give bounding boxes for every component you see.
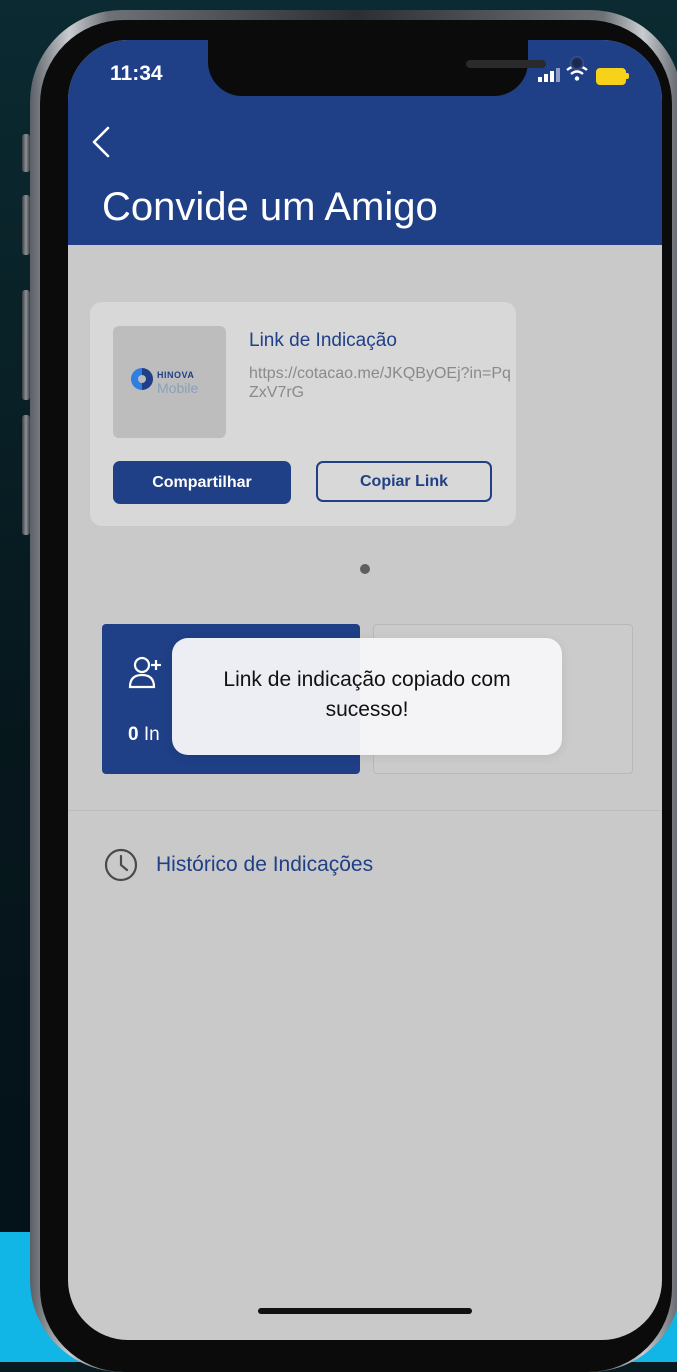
toast-notification: Link de indicação copiado com sucesso! [172, 638, 562, 755]
toast-message: Link de indicação copiado com sucesso! [223, 668, 511, 721]
home-indicator[interactable] [258, 1308, 472, 1314]
battery-tip [626, 73, 629, 79]
copy-link-button[interactable]: Copiar Link [316, 461, 492, 502]
volume-up-button [22, 195, 30, 255]
referral-count-label: 0 In [128, 724, 160, 746]
signal-icon [538, 77, 542, 82]
signal-bar [550, 71, 554, 82]
clock-icon [104, 848, 138, 882]
add-person-icon [128, 656, 161, 689]
side-button [22, 415, 30, 535]
volume-down-button [22, 290, 30, 400]
battery-icon [596, 68, 626, 85]
carousel-indicator[interactable] [360, 564, 370, 574]
referral-count: 0 [128, 724, 139, 745]
status-icons [538, 64, 648, 85]
referral-link-title: Link de Indicação [249, 330, 397, 351]
camera [570, 56, 584, 70]
share-button[interactable]: Compartilhar [113, 461, 291, 504]
back-button[interactable] [86, 122, 116, 162]
referral-count-text: In [143, 724, 160, 745]
logo-text-bottom: Mobile [157, 380, 199, 396]
divider [68, 810, 662, 811]
speaker [466, 60, 546, 68]
signal-bar [556, 68, 560, 82]
referral-card: HINOVA Mobile Link de Indicação https://… [90, 302, 516, 526]
chevron-left-icon [92, 126, 110, 158]
app-header: 11:34 Convide um Amigo [68, 40, 662, 245]
mute-switch [22, 134, 30, 172]
referral-history-link[interactable]: Histórico de Indicações [104, 848, 464, 884]
signal-bar [544, 74, 548, 82]
logo-text-top: HINOVA [157, 370, 195, 380]
status-time: 11:34 [110, 62, 163, 85]
app-screen: 11:34 Convide um Amigo HINOVA Mobile Lin… [68, 40, 662, 1340]
referral-link-url: https://cotacao.me/JKQByOEj?in=PqZxV7rG [249, 365, 511, 401]
page-title: Convide um Amigo [102, 185, 438, 229]
app-logo: HINOVA Mobile [113, 326, 226, 438]
logo-mark-icon [131, 368, 153, 390]
notch [208, 40, 584, 96]
referral-history-label: Histórico de Indicações [156, 853, 374, 876]
